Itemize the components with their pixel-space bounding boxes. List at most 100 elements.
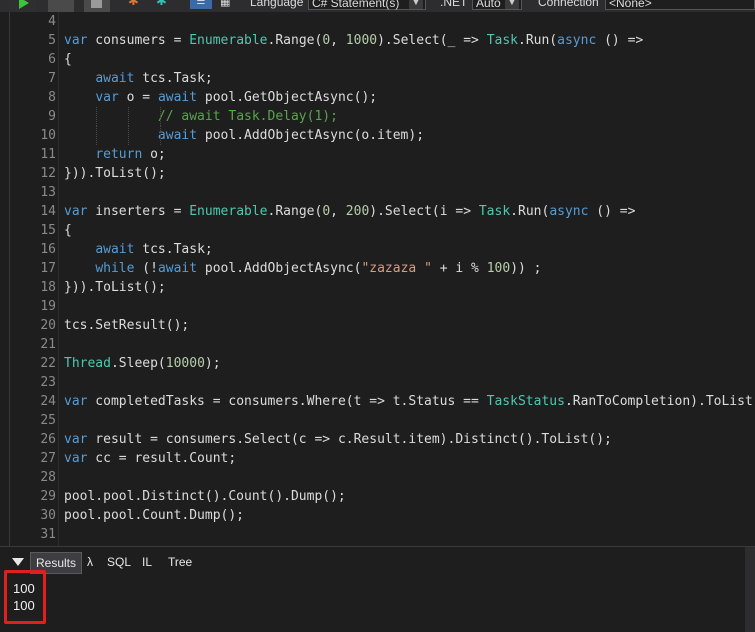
net-label: .NET	[440, 0, 468, 9]
code-line[interactable]: 21	[40, 335, 755, 354]
language-value: C# Statement(s)	[312, 0, 400, 10]
code-token: o;	[142, 147, 166, 162]
code-line[interactable]: 6{	[48, 50, 755, 69]
connection-label: Connection	[538, 0, 599, 9]
run-button[interactable]	[10, 0, 36, 12]
line-number: 27	[40, 451, 56, 466]
code-token: (!	[134, 261, 158, 276]
code-token: })).ToList();	[64, 280, 166, 295]
line-number: 22	[40, 356, 56, 371]
code-line[interactable]: 10 await pool.AddObjectAsync(o.item);	[40, 126, 755, 145]
code-line[interactable]: 23	[40, 373, 755, 392]
code-token: "zazaza "	[361, 261, 432, 276]
debug-icon[interactable]: ✱	[156, 0, 167, 8]
code-line[interactable]: 31	[40, 525, 755, 544]
bug-icon[interactable]: ✱	[128, 0, 139, 8]
code-line[interactable]: 5 var consumers = Enumerable.Range(0, 100…	[48, 31, 755, 50]
code-line[interactable]: 14 var inserters = Enumerable.Range(0, 20…	[40, 202, 755, 221]
language-select[interactable]: C# Statement(s) ▼	[308, 0, 426, 10]
code-text: {	[64, 223, 72, 238]
code-token: () =>	[588, 204, 636, 219]
code-token: .Run(	[518, 33, 558, 48]
results-view-icon[interactable]: ☰	[190, 0, 212, 9]
net-select[interactable]: Auto ▼	[472, 0, 522, 10]
code-line[interactable]: 24 var completedTasks = consumers.Where(t…	[40, 392, 755, 411]
line-number: 11	[40, 147, 56, 162]
pause-button[interactable]	[48, 0, 74, 12]
code-line[interactable]: 8 var o = await pool.GetObjectAsync();	[48, 88, 755, 107]
connection-select[interactable]: <None>	[605, 0, 755, 10]
highlight-annotation-box	[4, 570, 46, 624]
code-text: pool.pool.Distinct().Count().Dump();	[64, 489, 346, 504]
code-token: 0	[322, 204, 331, 219]
code-token: pool.pool.Distinct().Count().Dump();	[64, 489, 346, 504]
indent-guide	[128, 126, 129, 145]
code-token: ,	[330, 204, 346, 219]
code-line[interactable]: 12})).ToList();	[40, 164, 755, 183]
code-line[interactable]: 22 Thread.Sleep(10000);	[40, 354, 755, 373]
code-line[interactable]: 4	[48, 12, 755, 31]
code-line[interactable]: 20 tcs.SetResult();	[40, 316, 755, 335]
line-number: 24	[40, 394, 56, 409]
line-number: 25	[40, 413, 56, 428]
code-line[interactable]: 26 var result = consumers.Select(c => c.R…	[40, 430, 755, 449]
code-area[interactable]: 4 5 var consumers = Enumerable.Range(0, 10…	[40, 12, 755, 544]
code-line[interactable]: 19	[40, 297, 755, 316]
code-line[interactable]: 18})).ToList();	[40, 278, 755, 297]
line-number: 10	[40, 128, 56, 143]
code-token: return	[95, 147, 143, 162]
tab-tree[interactable]: Tree	[163, 552, 197, 572]
net-value: Auto	[476, 0, 501, 10]
tab-sql[interactable]: SQL	[102, 552, 136, 572]
code-line[interactable]: 15 {	[40, 221, 755, 240]
scrollbar[interactable]	[745, 547, 755, 577]
code-line[interactable]: 11 return o;	[40, 145, 755, 164]
code-token: Enumerable	[189, 204, 268, 219]
code-line[interactable]: 25	[40, 411, 755, 430]
tab-lambda[interactable]: λ	[82, 552, 98, 572]
code-token: cc = result.Count;	[87, 451, 237, 466]
code-line[interactable]: 27 var cc = result.Count;	[40, 449, 755, 468]
collapse-results-icon[interactable]	[12, 558, 24, 566]
code-text: await tcs.Task;	[64, 242, 213, 257]
code-text: })).ToList();	[64, 280, 166, 295]
stop-icon	[91, 0, 102, 8]
code-token: 100	[486, 261, 511, 276]
code-token: result = consumers.Select(c => c.Result.…	[87, 432, 612, 447]
line-number: 31	[40, 527, 56, 542]
code-token: pool.AddObjectAsync(	[197, 261, 362, 276]
code-line[interactable]: 9 // await Task.Delay(1);	[48, 107, 755, 126]
code-line[interactable]: 28	[40, 468, 755, 487]
line-number: 26	[40, 432, 56, 447]
code-line[interactable]: 29 pool.pool.Distinct().Count().Dump();	[40, 487, 755, 506]
stop-button[interactable]	[84, 0, 110, 12]
results-tab-bar: Results λ SQL IL Tree	[0, 546, 755, 577]
language-label: Language	[250, 0, 304, 9]
code-token: Enumerable	[189, 33, 268, 48]
line-number: 17	[40, 261, 56, 276]
code-line[interactable]: 7 await tcs.Task;	[48, 69, 755, 88]
tab-il[interactable]: IL	[137, 552, 157, 572]
line-number: 4	[48, 14, 56, 29]
code-editor[interactable]: 4 5 var consumers = Enumerable.Range(0, 10…	[9, 12, 755, 546]
code-line[interactable]: 13	[40, 183, 755, 202]
indent-guide	[160, 126, 161, 145]
code-token: tcs.Task;	[134, 242, 213, 257]
indent-guide	[160, 107, 161, 126]
code-line[interactable]: 16 await tcs.Task;	[40, 240, 755, 259]
code-text: await tcs.Task;	[64, 71, 212, 86]
indent-guide	[128, 107, 129, 126]
code-token: await	[157, 90, 198, 105]
code-line[interactable]: 30 pool.pool.Count.Dump();	[40, 506, 755, 525]
code-line[interactable]: 17 while (!await pool.AddObjectAsync("za…	[40, 259, 755, 278]
code-text: var consumers = Enumerable.Range(0, 1000…	[64, 33, 643, 48]
grid-view-icon[interactable]: ▦	[220, 0, 234, 9]
results-scrollbar[interactable]	[745, 576, 755, 632]
code-text: tcs.SetResult();	[64, 318, 189, 333]
code-text: await pool.AddObjectAsync(o.item);	[64, 128, 424, 143]
results-output: 100 100	[0, 576, 755, 632]
